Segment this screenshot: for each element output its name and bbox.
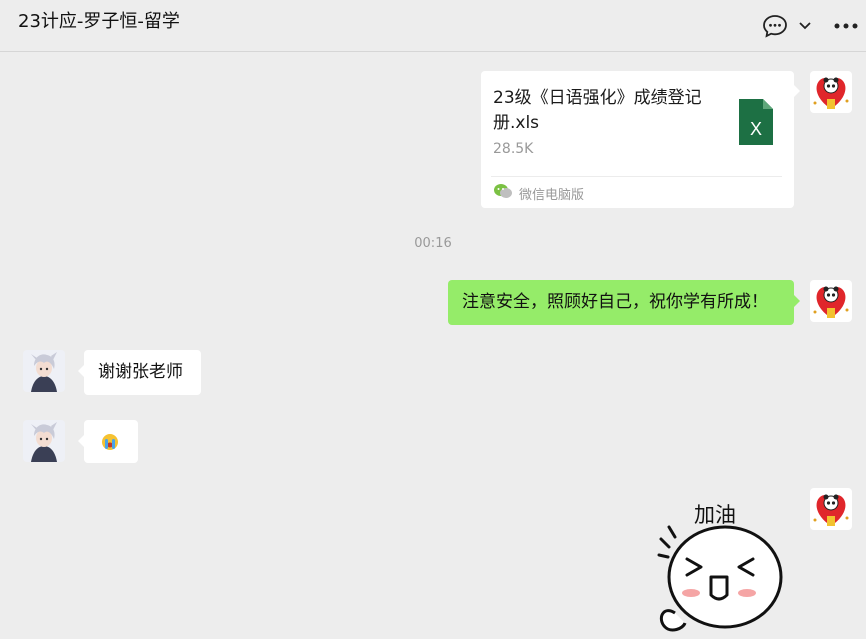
more-icon[interactable]	[834, 12, 858, 40]
my-avatar[interactable]	[810, 488, 852, 530]
contact-avatar[interactable]	[23, 420, 65, 462]
contact-avatar[interactable]	[23, 350, 65, 392]
my-avatar[interactable]	[810, 280, 852, 322]
chat-title: 23计应-罗子恒-留学	[18, 11, 180, 32]
file-divider	[491, 176, 782, 177]
outgoing-message[interactable]: 注意安全，照顾好自己，祝你学有所成！	[448, 280, 800, 325]
excel-file-icon: X	[737, 97, 775, 147]
wechat-icon	[493, 183, 513, 203]
outgoing-message-text: 注意安全，照顾好自己，祝你学有所成！	[462, 292, 768, 312]
chat-header: 23计应-罗子恒-留学	[0, 0, 866, 52]
chat-bubble-icon[interactable]	[762, 12, 788, 40]
crying-face-emoji-icon	[101, 433, 119, 457]
svg-text:X: X	[750, 119, 762, 139]
message-timestamp: 00:16	[414, 236, 452, 251]
cheer-sticker[interactable]: 加油	[655, 495, 785, 639]
header-actions	[762, 12, 858, 40]
file-source: 微信电脑版	[493, 183, 584, 203]
incoming-message-text: 谢谢张老师	[98, 362, 183, 382]
file-name: 23级《日语强化》成绩登记册.xls	[493, 88, 702, 133]
file-source-label: 微信电脑版	[519, 187, 585, 203]
incoming-message[interactable]: 谢谢张老师	[78, 350, 201, 395]
incoming-emoji-message[interactable]	[78, 420, 138, 463]
my-avatar[interactable]	[810, 71, 852, 113]
file-size: 28.5K	[493, 141, 534, 157]
file-message[interactable]: 23级《日语强化》成绩登记册.xls 28.5K X 微信电脑版	[481, 71, 800, 208]
chevron-down-icon[interactable]	[798, 12, 812, 40]
